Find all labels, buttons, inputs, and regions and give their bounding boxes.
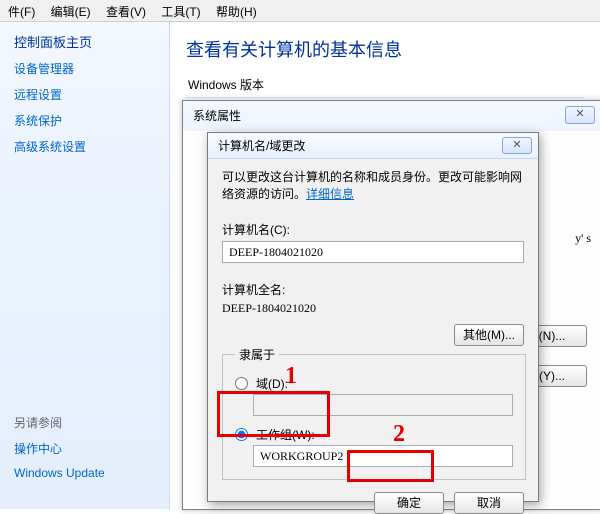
fieldset-member-of: 隶属于 域(D): 工作组(W): [222, 346, 526, 480]
label-domain: 域(D): [256, 375, 288, 392]
close-icon[interactable]: ✕ [502, 137, 532, 154]
value-full-name: DEEP-1804021020 [222, 301, 524, 316]
sidebar-link-device-manager[interactable]: 设备管理器 [14, 60, 155, 77]
dialog-sysprops-title: 系统属性 [193, 107, 241, 124]
menu-help[interactable]: 帮助(H) [210, 0, 263, 23]
sidebar-link-action-center[interactable]: 操作中心 [14, 440, 105, 457]
link-details[interactable]: 详细信息 [306, 187, 354, 201]
menu-view[interactable]: 查看(V) [100, 0, 152, 23]
dialog-description: 可以更改这台计算机的名称和成员身份。更改可能影响网络资源的访问。详细信息 [222, 169, 524, 203]
menu-file[interactable]: 件(F) [2, 0, 41, 23]
sidebar-link-windows-update[interactable]: Windows Update [14, 466, 105, 480]
button-cancel[interactable]: 取消 [454, 492, 524, 514]
dialog-inner-title: 计算机名/域更改 [218, 137, 305, 154]
button-ok[interactable]: 确定 [374, 492, 444, 514]
button-other[interactable]: 其他(M)... [454, 324, 524, 346]
sidebar: 控制面板主页 设备管理器 远程设置 系统保护 高级系统设置 另请参阅 操作中心 … [0, 22, 170, 509]
fragment-ys: y' s [575, 231, 591, 246]
section-windows-edition: Windows 版本 [186, 76, 584, 93]
radio-domain[interactable] [235, 377, 248, 390]
sidebar-link-system-protection[interactable]: 系统保护 [14, 112, 155, 129]
label-full-name: 计算机全名: [222, 281, 524, 298]
menu-edit[interactable]: 编辑(E) [45, 0, 97, 23]
legend-member-of: 隶属于 [235, 346, 279, 363]
input-workgroup[interactable] [253, 445, 513, 467]
menu-tools[interactable]: 工具(T) [155, 0, 206, 23]
close-icon[interactable]: ✕ [565, 106, 595, 124]
radio-workgroup[interactable] [235, 428, 248, 441]
sidebar-link-remote-settings[interactable]: 远程设置 [14, 86, 155, 103]
input-computer-name[interactable] [222, 241, 524, 263]
top-menu: 件(F) 编辑(E) 查看(V) 工具(T) 帮助(H) [0, 0, 600, 22]
sidebar-link-advanced-settings[interactable]: 高级系统设置 [14, 138, 155, 155]
dialog-computer-name-domain: 计算机名/域更改 ✕ 可以更改这台计算机的名称和成员身份。更改可能影响网络资源的… [207, 132, 539, 502]
label-workgroup: 工作组(W): [256, 426, 315, 443]
sidebar-heading: 控制面板主页 [14, 32, 155, 51]
label-computer-name: 计算机名(C): [222, 221, 524, 238]
sidebar-seealso-heading: 另请参阅 [14, 414, 105, 431]
page-title: 查看有关计算机的基本信息 [186, 36, 584, 62]
input-domain [253, 394, 513, 416]
